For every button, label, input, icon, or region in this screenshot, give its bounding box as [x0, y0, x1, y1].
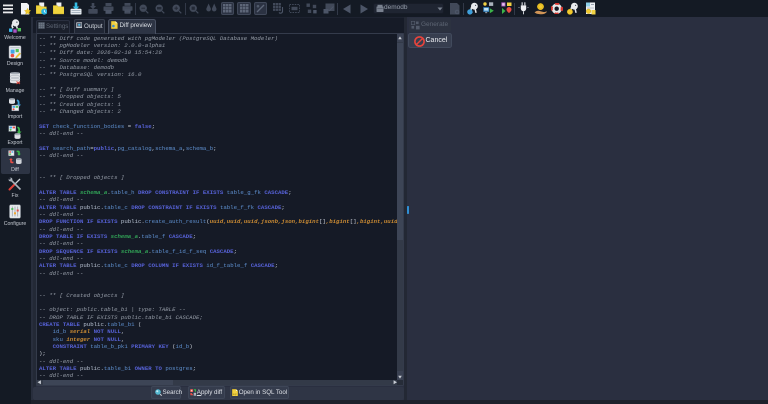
svg-text:sql: sql — [233, 391, 237, 395]
